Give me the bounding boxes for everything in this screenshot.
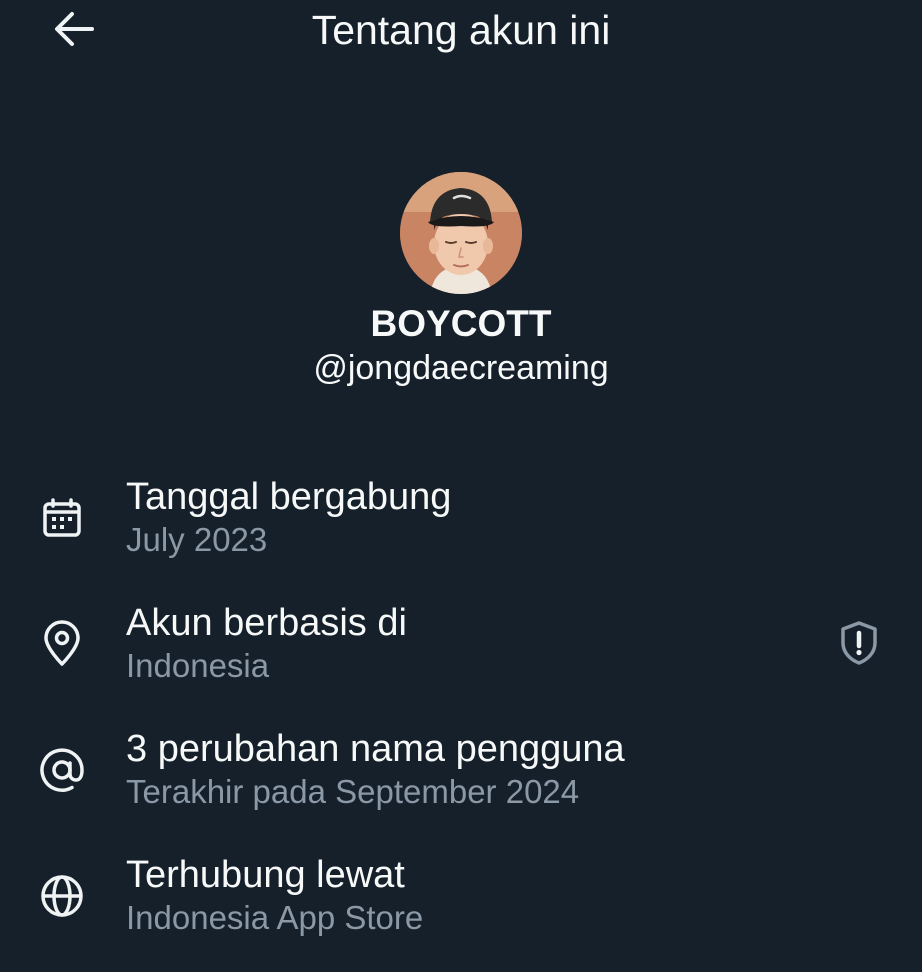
location-pin-icon [38,620,86,668]
shield-alert-icon [841,621,877,665]
avatar[interactable] [400,172,522,294]
connected-via-label: Terhubung lewat [126,854,405,896]
info-row-join-date: Tanggal bergabung July 2023 [0,468,922,594]
shield-alert-button[interactable] [834,618,884,668]
info-row-account-location: Akun berbasis di Indonesia [0,594,922,720]
connected-via-value: Indonesia App Store [126,899,424,936]
join-date-value: July 2023 [126,521,268,558]
join-date-label: Tanggal bergabung [126,476,452,518]
username-changes-value: Terakhir pada September 2024 [126,773,580,810]
info-row-connected-via: Terhubung lewat Indonesia App Store [0,846,922,972]
display-name: BOYCOTT [370,303,552,344]
page-title: Tentang akun ini [311,7,611,53]
top-bar: Tentang akun ini [0,0,922,64]
account-info-list: Tanggal bergabung July 2023 Akun berbasi… [0,468,922,972]
profile-summary: BOYCOTT @jongdaecreaming [0,172,922,390]
globe-icon [38,872,86,920]
calendar-icon [38,494,86,542]
at-sign-icon [38,746,86,794]
username-changes-label: 3 perubahan nama pengguna [126,728,625,770]
info-row-username-changes: 3 perubahan nama pengguna Terakhir pada … [0,720,922,846]
account-location-label: Akun berbasis di [126,602,407,644]
account-location-value: Indonesia [126,647,270,684]
username-handle: @jongdaecreaming [313,349,609,387]
